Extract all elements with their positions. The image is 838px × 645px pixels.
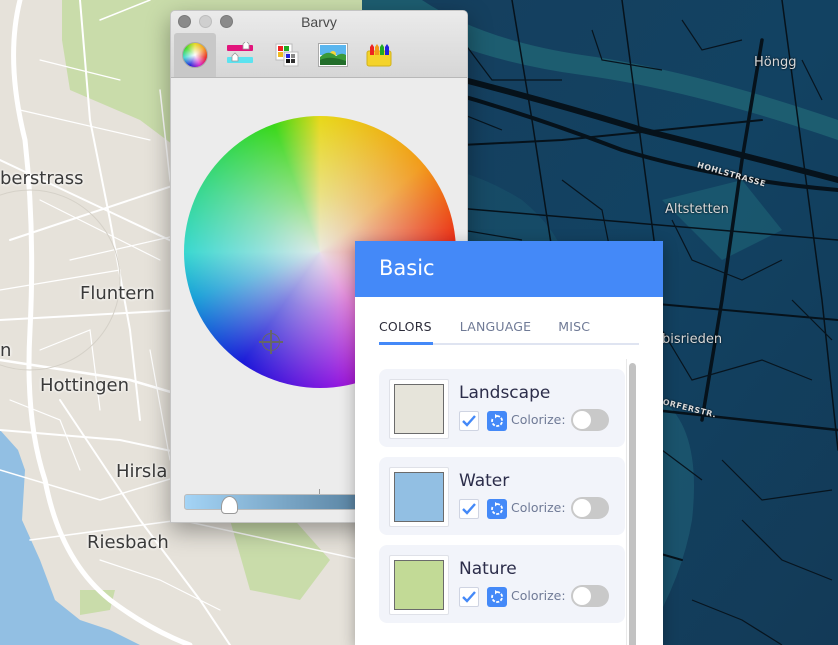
- checkmark-icon: [462, 591, 476, 603]
- map-label-albisrieden: bisrieden: [662, 332, 723, 347]
- list-item-nature: Nature Colorize:: [379, 545, 625, 623]
- tab-colors[interactable]: COLORS: [379, 319, 433, 345]
- window-title: Barvy: [301, 14, 337, 30]
- palettes-icon: [275, 43, 299, 67]
- colorize-toggle[interactable]: [571, 585, 609, 607]
- map-label-altstetten: Altstetten: [665, 202, 729, 217]
- map-label-fluntern: Fluntern: [80, 283, 155, 304]
- basic-settings-panel: Basic COLORS LANGUAGE MISC Landscape Col…: [355, 241, 663, 645]
- checkmark-icon: [462, 503, 476, 515]
- color-swatch: [394, 560, 444, 610]
- mode-image-palettes[interactable]: [312, 33, 354, 77]
- mode-color-sliders[interactable]: [220, 33, 262, 77]
- color-swatch: [394, 472, 444, 522]
- item-name: Nature: [459, 559, 517, 579]
- mode-color-wheel[interactable]: [174, 33, 216, 77]
- map-label-oberstrass: berstrass: [0, 168, 84, 189]
- map-label-hottingen: Hottingen: [40, 375, 129, 396]
- color-swatch: [394, 384, 444, 434]
- color-swatch-button[interactable]: [389, 555, 449, 615]
- enable-checkbox[interactable]: [459, 499, 479, 519]
- list-item-landscape: Landscape Colorize:: [379, 369, 625, 447]
- checkmark-icon: [462, 415, 476, 427]
- reset-button[interactable]: [487, 411, 507, 431]
- reset-icon: [491, 502, 503, 515]
- colorize-label: Colorize:: [511, 588, 566, 603]
- mode-crayons[interactable]: [358, 33, 400, 77]
- map-label-hirslanden: Hirsla: [116, 461, 168, 482]
- map-label-partial: n: [0, 340, 12, 361]
- map-label-hongg: Höngg: [754, 55, 797, 70]
- tab-language[interactable]: LANGUAGE: [460, 319, 532, 345]
- image-palette-icon: [318, 43, 348, 67]
- sliders-icon: [227, 42, 253, 63]
- list-item-water: Water Colorize:: [379, 457, 625, 535]
- reset-icon: [491, 414, 503, 427]
- colorize-label: Colorize:: [511, 412, 566, 427]
- color-mode-toolbar: [174, 33, 400, 77]
- crayons-icon: [366, 44, 392, 67]
- color-wheel-icon: [182, 42, 208, 68]
- panel-title: Basic: [355, 241, 663, 297]
- color-picker-titlebar[interactable]: Barvy: [171, 11, 467, 78]
- scrollbar[interactable]: [626, 359, 638, 645]
- scrollbar-thumb[interactable]: [629, 363, 636, 645]
- reset-button[interactable]: [487, 587, 507, 607]
- colorize-toggle[interactable]: [571, 497, 609, 519]
- tab-misc[interactable]: MISC: [558, 319, 590, 345]
- brightness-slider-thumb[interactable]: [221, 496, 238, 514]
- map-label-riesbach: Riesbach: [87, 532, 169, 553]
- color-swatch-button[interactable]: [389, 379, 449, 439]
- color-swatch-button[interactable]: [389, 467, 449, 527]
- reset-icon: [491, 590, 503, 603]
- colorize-label: Colorize:: [511, 500, 566, 515]
- enable-checkbox[interactable]: [459, 587, 479, 607]
- settings-tabs: COLORS LANGUAGE MISC: [379, 319, 639, 345]
- crosshair-icon[interactable]: [259, 330, 283, 354]
- mode-color-palettes[interactable]: [266, 33, 308, 77]
- color-settings-list: Landscape Colorize: Water Colorize: Natu…: [379, 369, 625, 633]
- enable-checkbox[interactable]: [459, 411, 479, 431]
- reset-button[interactable]: [487, 499, 507, 519]
- item-name: Water: [459, 471, 510, 491]
- item-name: Landscape: [459, 383, 551, 403]
- colorize-toggle[interactable]: [571, 409, 609, 431]
